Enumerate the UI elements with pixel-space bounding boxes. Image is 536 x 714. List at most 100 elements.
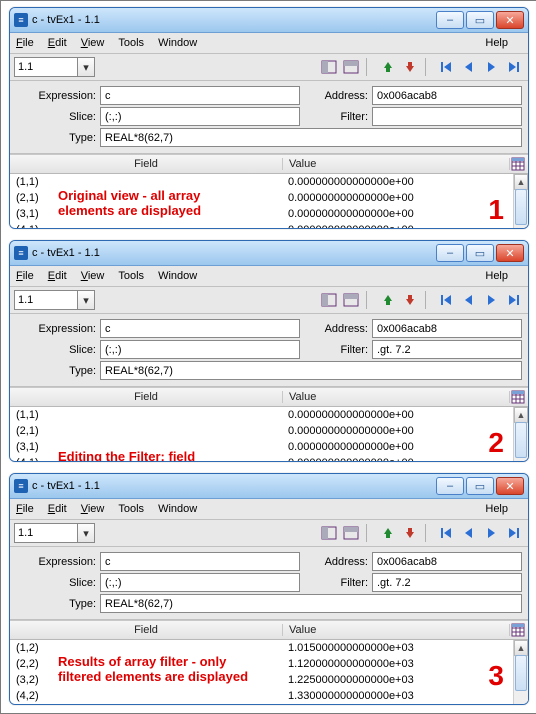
expression-input[interactable] <box>100 86 300 105</box>
menu-edit[interactable]: Edit <box>48 503 67 515</box>
move-down-icon[interactable] <box>400 57 420 77</box>
index-dropdown-button[interactable]: ▾ <box>78 290 95 310</box>
menu-tools[interactable]: Tools <box>118 270 144 282</box>
slice-input[interactable] <box>100 340 300 359</box>
scroll-up-button[interactable]: ▲ <box>514 640 528 656</box>
index-input[interactable] <box>14 290 78 310</box>
menu-view[interactable]: View <box>81 37 105 49</box>
nav-first-icon[interactable] <box>437 523 457 543</box>
menu-tools[interactable]: Tools <box>118 503 144 515</box>
table-row[interactable]: (2,1)0.000000000000000e+00 <box>10 423 528 439</box>
nav-prev-icon[interactable] <box>459 523 479 543</box>
col-field-header[interactable]: Field <box>10 158 283 170</box>
nav-first-icon[interactable] <box>437 57 457 77</box>
maximize-button[interactable]: ▭ <box>466 244 494 262</box>
vertical-scrollbar[interactable]: ▲▼ <box>513 640 528 705</box>
move-down-icon[interactable] <box>400 523 420 543</box>
table-row[interactable]: (1,1)0.000000000000000e+00 <box>10 407 528 423</box>
scroll-down-button[interactable]: ▼ <box>514 461 528 462</box>
expression-input[interactable] <box>100 319 300 338</box>
nav-next-icon[interactable] <box>481 57 501 77</box>
col-value-header[interactable]: Value <box>283 624 510 636</box>
layout-left-icon[interactable] <box>319 523 339 543</box>
layout-left-icon[interactable] <box>319 290 339 310</box>
table-row[interactable]: (5,2)1.435000000000000e+03 <box>10 704 528 705</box>
nav-first-icon[interactable] <box>437 290 457 310</box>
nav-last-icon[interactable] <box>503 523 523 543</box>
table-row[interactable]: (4,1)0.000000000000000e+00 <box>10 222 528 229</box>
layout-top-icon[interactable] <box>341 523 361 543</box>
nav-last-icon[interactable] <box>503 290 523 310</box>
move-up-icon[interactable] <box>378 57 398 77</box>
menu-window[interactable]: Window <box>158 37 197 49</box>
scroll-down-button[interactable]: ▼ <box>514 704 528 705</box>
vertical-scrollbar[interactable]: ▲▼ <box>513 174 528 229</box>
col-field-header[interactable]: Field <box>10 624 283 636</box>
address-input[interactable] <box>372 552 522 571</box>
menu-file[interactable]: File <box>16 503 34 515</box>
table-row[interactable]: (3,2)1.225000000000000e+03 <box>10 672 528 688</box>
address-input[interactable] <box>372 86 522 105</box>
table-row[interactable]: (3,1)0.000000000000000e+00 <box>10 439 528 455</box>
filter-input[interactable] <box>372 107 522 126</box>
titlebar[interactable]: ≡c - tvEx1 - 1.1–▭✕ <box>10 474 528 499</box>
table-row[interactable]: (2,1)0.000000000000000e+00 <box>10 190 528 206</box>
index-input[interactable] <box>14 57 78 77</box>
grid-options-icon[interactable] <box>510 156 526 172</box>
menu-file[interactable]: File <box>16 270 34 282</box>
menu-tools[interactable]: Tools <box>118 37 144 49</box>
close-button[interactable]: ✕ <box>496 11 524 29</box>
table-row[interactable]: (4,1)0.000000000000000e+00 <box>10 455 528 462</box>
grid-options-icon[interactable] <box>510 622 526 638</box>
menu-edit[interactable]: Edit <box>48 270 67 282</box>
nav-prev-icon[interactable] <box>459 57 479 77</box>
menu-edit[interactable]: Edit <box>48 37 67 49</box>
menu-window[interactable]: Window <box>158 270 197 282</box>
expression-input[interactable] <box>100 552 300 571</box>
menu-view[interactable]: View <box>81 270 105 282</box>
nav-next-icon[interactable] <box>481 290 501 310</box>
layout-left-icon[interactable] <box>319 57 339 77</box>
type-input[interactable] <box>100 594 522 613</box>
filter-input[interactable] <box>372 573 522 592</box>
table-row[interactable]: (3,1)0.000000000000000e+00 <box>10 206 528 222</box>
nav-prev-icon[interactable] <box>459 290 479 310</box>
menu-help[interactable]: Help <box>485 37 508 49</box>
move-down-icon[interactable] <box>400 290 420 310</box>
index-input[interactable] <box>14 523 78 543</box>
address-input[interactable] <box>372 319 522 338</box>
index-dropdown-button[interactable]: ▾ <box>78 523 95 543</box>
scroll-up-button[interactable]: ▲ <box>514 407 528 423</box>
close-button[interactable]: ✕ <box>496 244 524 262</box>
maximize-button[interactable]: ▭ <box>466 477 494 495</box>
maximize-button[interactable]: ▭ <box>466 11 494 29</box>
table-row[interactable]: (4,2)1.330000000000000e+03 <box>10 688 528 704</box>
scroll-down-button[interactable]: ▼ <box>514 228 528 229</box>
table-row[interactable]: (1,2)1.015000000000000e+03 <box>10 640 528 656</box>
scroll-up-button[interactable]: ▲ <box>514 174 528 190</box>
titlebar[interactable]: ≡c - tvEx1 - 1.1–▭✕ <box>10 8 528 33</box>
col-value-header[interactable]: Value <box>283 391 510 403</box>
move-up-icon[interactable] <box>378 523 398 543</box>
titlebar[interactable]: ≡c - tvEx1 - 1.1–▭✕ <box>10 241 528 266</box>
menu-file[interactable]: File <box>16 37 34 49</box>
close-button[interactable]: ✕ <box>496 477 524 495</box>
nav-last-icon[interactable] <box>503 57 523 77</box>
index-dropdown-button[interactable]: ▾ <box>78 57 95 77</box>
slice-input[interactable] <box>100 107 300 126</box>
type-input[interactable] <box>100 361 522 380</box>
menu-window[interactable]: Window <box>158 503 197 515</box>
col-value-header[interactable]: Value <box>283 158 510 170</box>
type-input[interactable] <box>100 128 522 147</box>
layout-top-icon[interactable] <box>341 57 361 77</box>
move-up-icon[interactable] <box>378 290 398 310</box>
minimize-button[interactable]: – <box>436 244 464 262</box>
filter-input[interactable] <box>372 340 522 359</box>
minimize-button[interactable]: – <box>436 477 464 495</box>
col-field-header[interactable]: Field <box>10 391 283 403</box>
table-row[interactable]: (1,1)0.000000000000000e+00 <box>10 174 528 190</box>
menu-view[interactable]: View <box>81 503 105 515</box>
minimize-button[interactable]: – <box>436 11 464 29</box>
vertical-scrollbar[interactable]: ▲▼ <box>513 407 528 462</box>
grid-options-icon[interactable] <box>510 389 526 405</box>
